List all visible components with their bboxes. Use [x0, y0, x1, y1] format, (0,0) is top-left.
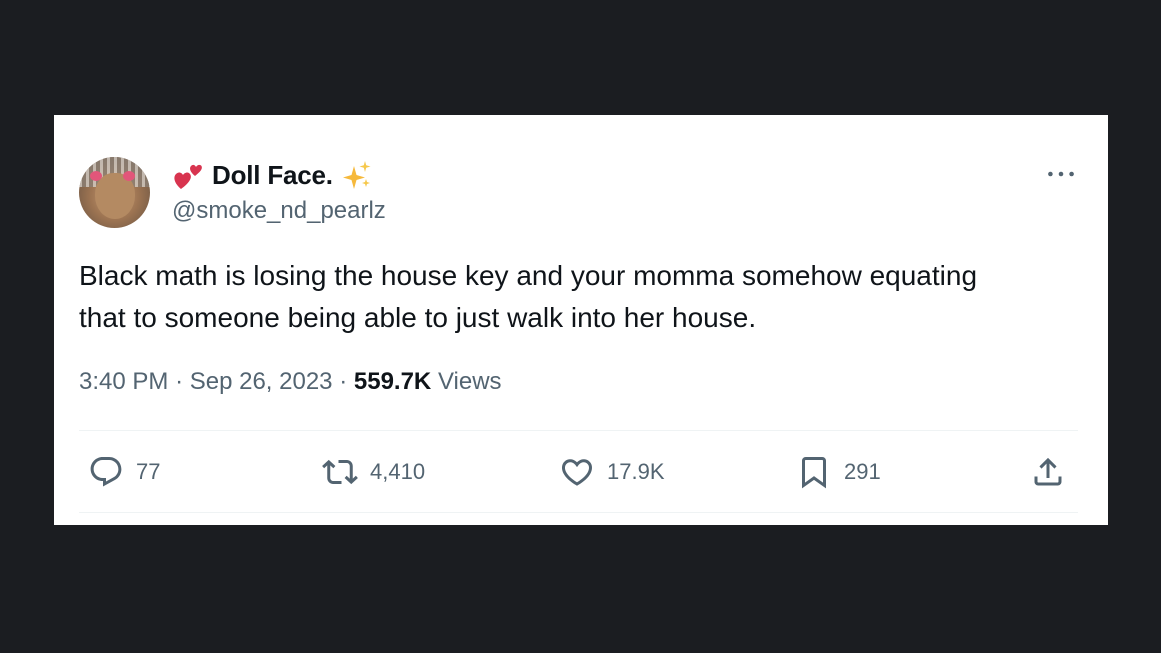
divider — [79, 430, 1078, 431]
views-label: Views — [437, 368, 502, 395]
like-button[interactable]: 17.9K — [559, 452, 665, 492]
meta-separator: · — [339, 368, 348, 395]
avatar[interactable] — [79, 157, 150, 228]
reply-count: 77 — [136, 459, 161, 484]
tweet-time[interactable]: 3:40 PM — [79, 368, 168, 395]
bookmark-button[interactable]: 291 — [796, 452, 881, 492]
sparkles-icon — [341, 159, 373, 191]
share-icon — [1034, 457, 1062, 486]
author-handle[interactable]: @smoke_nd_pearlz — [172, 197, 386, 225]
retweet-button[interactable]: 4,410 — [322, 452, 425, 492]
tweet-card: Doll Face. @smoke_nd_pearlz Black math i… — [54, 115, 1108, 525]
two-hearts-icon — [172, 159, 204, 191]
views-count: 559.7K — [353, 368, 432, 395]
reply-icon — [90, 457, 122, 487]
tweet-date[interactable]: Sep 26, 2023 — [190, 368, 333, 395]
retweet-icon — [322, 459, 358, 485]
retweet-count: 4,410 — [370, 459, 426, 484]
author-name-row[interactable]: Doll Face. — [172, 159, 373, 191]
more-options-icon[interactable] — [1044, 163, 1078, 185]
reply-button[interactable]: 77 — [88, 452, 160, 492]
heart-icon — [561, 459, 593, 486]
divider — [79, 512, 1078, 513]
tweet-text: Black math is losing the house key and y… — [79, 260, 978, 333]
tweet-meta: 3:40 PM · Sep 26, 2023 · 559.7K Views — [79, 368, 502, 396]
display-name[interactable]: Doll Face. — [212, 160, 333, 191]
meta-separator: · — [175, 368, 184, 395]
share-button[interactable] — [1030, 452, 1066, 492]
like-count: 17.9K — [607, 459, 665, 484]
bookmark-count: 291 — [844, 459, 881, 484]
bookmark-icon — [802, 457, 826, 489]
